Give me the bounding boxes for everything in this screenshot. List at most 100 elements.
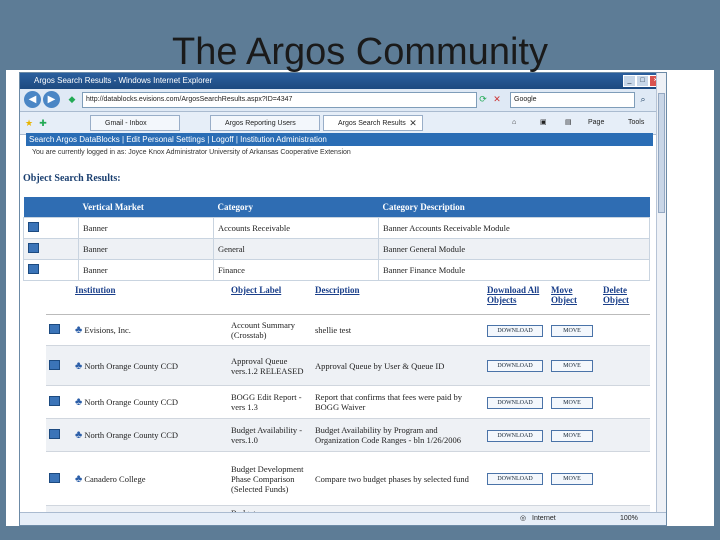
header-move-object: Move Object [548, 282, 600, 315]
status-bar: ◎ Internet 100% [20, 512, 666, 525]
category-description-cell: Banner Accounts Receivable Module [378, 217, 650, 239]
category-description-cell: Banner Finance Module [378, 259, 650, 281]
table-row[interactable]: Banner Finance Banner Finance Module [23, 259, 650, 281]
home-icon[interactable]: ⌂ [512, 116, 516, 130]
object-icon[interactable] [49, 472, 60, 483]
move-button[interactable]: MOVE [551, 473, 593, 485]
slide-frame-left [0, 0, 6, 540]
download-button[interactable]: DOWNLOAD [487, 324, 543, 337]
vertical-market-cell: Banner [78, 217, 214, 239]
move-button[interactable]: MOVE [551, 360, 593, 372]
nav-link-edit-settings[interactable]: Edit Personal Settings [126, 135, 205, 144]
nav-link-search[interactable]: Search Argos DataBlocks [29, 135, 120, 144]
slide-title: The Argos Community [172, 31, 548, 73]
expand-icon[interactable] [28, 243, 39, 253]
page-menu[interactable]: Page [588, 116, 604, 130]
institution-icon: ♣ [75, 359, 83, 372]
window-titlebar: Argos Search Results - Windows Internet … [20, 73, 666, 89]
nav-link-institution-admin[interactable]: Institution Administration [240, 135, 327, 144]
expand-icon[interactable] [28, 222, 39, 232]
header-icon-col [23, 197, 79, 218]
vertical-scrollbar[interactable] [656, 73, 666, 525]
table-row[interactable]: Banner General Banner General Module [23, 238, 650, 260]
download-button[interactable]: DOWNLOAD [487, 429, 543, 442]
url-input[interactable]: http://datablocks.evisions.com/ArgosSear… [82, 92, 477, 108]
row-icon-cell[interactable] [23, 259, 79, 281]
category-table: Vertical Market Category Category Descri… [23, 197, 650, 281]
header-delete-object: Delete Object [600, 282, 650, 315]
header-object-label[interactable]: Object Label [228, 282, 312, 315]
description-cell: shellie test [312, 314, 484, 346]
institution-cell: North Orange County CCD [84, 397, 179, 407]
object-icon[interactable] [49, 429, 60, 439]
object-icon[interactable] [49, 396, 60, 406]
scrollbar-thumb[interactable] [658, 93, 665, 213]
move-button[interactable]: MOVE [551, 396, 593, 409]
tab-close-icon[interactable]: ✕ [408, 118, 418, 128]
object-icon[interactable] [49, 359, 60, 370]
nav-link-logoff[interactable]: Logoff [212, 135, 234, 144]
slide-frame-bottom [0, 526, 720, 540]
header-download-all[interactable]: Download All Objects [484, 282, 548, 315]
institution-cell: Canadero College [84, 473, 146, 484]
add-favorites-icon[interactable]: ✚ [38, 118, 48, 128]
header-vertical-market: Vertical Market [78, 197, 214, 218]
header-description[interactable]: Description [312, 282, 484, 315]
institution-icon: ♣ [75, 429, 83, 441]
slide: The Argos Community Argos Search Results… [0, 0, 720, 540]
row-icon-cell[interactable] [23, 238, 79, 260]
stop-icon[interactable]: ✕ [492, 94, 502, 104]
object-table: Institution Object Label Description Dow… [46, 282, 650, 521]
address-bar: ◀ ▶ ◆ http://datablocks.evisions.com/Arg… [20, 89, 666, 112]
table-row: ♣ Canadero College Budget Development Ph… [46, 451, 650, 506]
description-cell: Approval Queue by User & Queue ID [312, 345, 484, 386]
page-icon: ◆ [68, 94, 76, 104]
maximize-button[interactable]: □ [636, 75, 649, 87]
object-label-cell: Account Summary (Crosstab) [228, 314, 312, 346]
tab-bar: ★ ✚ Gmail - Inbox Argos Reporting Users … [20, 112, 666, 135]
zoom-level[interactable]: 100% [620, 513, 638, 525]
download-button[interactable]: DOWNLOAD [487, 360, 543, 372]
description-cell: Compare two budget phases by selected fu… [312, 451, 484, 506]
header-category-description: Category Description [378, 197, 650, 218]
object-label-cell: BOGG Edit Report - vers 1.3 [228, 385, 312, 419]
institution-cell: North Orange County CCD [84, 430, 179, 440]
category-cell: Finance [213, 259, 379, 281]
tools-menu[interactable]: Tools [628, 116, 644, 130]
table-row: ♣ Evisions, Inc. Account Summary (Crosst… [46, 314, 650, 346]
object-label-cell: Approval Queue vers.1.2 RELEASED [228, 345, 312, 386]
tab-gmail[interactable]: Gmail - Inbox [90, 115, 180, 131]
row-icon-cell[interactable] [23, 217, 79, 239]
favorites-star-icon[interactable]: ★ [24, 118, 34, 128]
institution-icon: ♣ [75, 324, 83, 336]
refresh-icon[interactable]: ⟳ [478, 94, 488, 104]
download-button[interactable]: DOWNLOAD [487, 396, 543, 409]
category-cell: General [213, 238, 379, 260]
header-category: Category [213, 197, 379, 218]
header-institution[interactable]: Institution [72, 282, 228, 315]
search-icon[interactable]: ⌕ [638, 94, 648, 104]
object-icon[interactable] [49, 324, 60, 334]
forward-icon[interactable]: ▶ [43, 91, 60, 108]
move-button[interactable]: MOVE [551, 324, 593, 337]
vertical-market-cell: Banner [78, 259, 214, 281]
institution-cell: Evisions, Inc. [84, 325, 131, 335]
institution-icon: ♣ [75, 472, 83, 485]
table-row[interactable]: Banner Accounts Receivable Banner Accoun… [23, 217, 650, 239]
results-heading: Object Search Results: [23, 173, 121, 184]
table-row: ♣ North Orange County CCD Budget Availab… [46, 418, 650, 452]
print-icon[interactable]: ▤ [565, 116, 572, 130]
object-label-cell: Budget Availability - vers.1.0 [228, 418, 312, 452]
back-icon[interactable]: ◀ [24, 91, 41, 108]
institution-cell: North Orange County CCD [84, 360, 179, 371]
move-button[interactable]: MOVE [551, 429, 593, 442]
vertical-market-cell: Banner [78, 238, 214, 260]
window-title: Argos Search Results - Windows Internet … [34, 76, 213, 85]
expand-icon[interactable] [28, 264, 39, 274]
minimize-button[interactable]: _ [623, 75, 636, 87]
tab-argos-reporting-users[interactable]: Argos Reporting Users [210, 115, 320, 131]
status-zone: Internet [532, 515, 556, 522]
search-input[interactable]: Google [510, 92, 635, 108]
feeds-icon[interactable]: ▣ [540, 116, 547, 130]
download-button[interactable]: DOWNLOAD [487, 473, 543, 485]
